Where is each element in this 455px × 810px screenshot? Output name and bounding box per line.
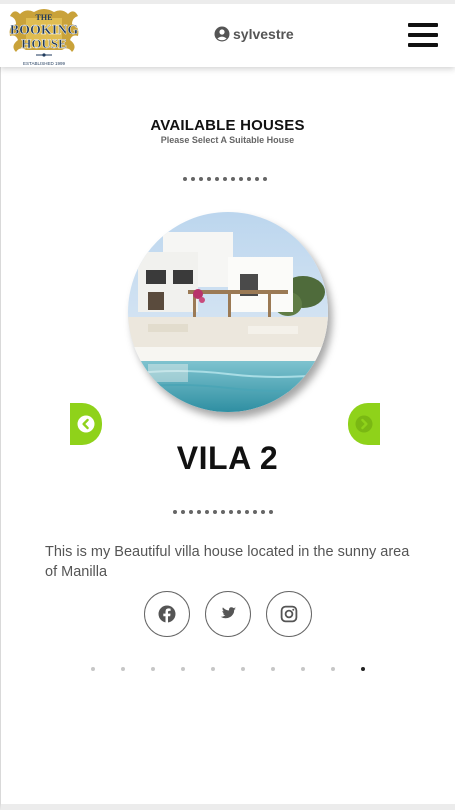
carousel-pagination <box>91 667 365 671</box>
house-name: VILA 2 <box>176 440 279 476</box>
facebook-button[interactable] <box>144 591 190 637</box>
twitter-icon <box>220 607 236 619</box>
carousel-next-button[interactable] <box>348 403 380 445</box>
chevron-left-circle-icon <box>77 415 95 433</box>
house-description: This is my Beautiful villa house located… <box>45 544 410 580</box>
pagination-dot[interactable] <box>121 667 125 671</box>
logo-tagline: ESTABLISHED 1999 <box>23 61 65 66</box>
menu-bar <box>408 23 438 27</box>
pagination-dot[interactable] <box>91 667 95 671</box>
logo-text-the: THE <box>36 13 53 22</box>
user-circle-icon <box>214 26 230 42</box>
pagination-dot[interactable] <box>211 667 215 671</box>
page-subtitle: Please Select A Suitable House <box>160 135 295 145</box>
name-divider-dots <box>173 510 273 514</box>
hamburger-menu-icon[interactable] <box>408 23 438 49</box>
house-photo <box>128 212 328 412</box>
chevron-right-circle-icon <box>355 415 373 433</box>
top-navbar: THE BOOKING HOUSE ESTABLISHED 1999 sylve… <box>0 0 455 67</box>
username-label: sylvestre <box>233 26 294 42</box>
pagination-dot[interactable] <box>301 667 305 671</box>
pagination-dot[interactable] <box>181 667 185 671</box>
menu-bar <box>408 43 438 47</box>
facebook-icon <box>158 605 176 623</box>
logo-text-house: HOUSE <box>21 36 67 51</box>
page-title: AVAILABLE HOUSES <box>150 117 305 134</box>
instagram-icon <box>280 605 298 623</box>
pagination-dot-active[interactable] <box>361 667 365 671</box>
title-divider-dots <box>183 177 267 181</box>
pagination-dot[interactable] <box>331 667 335 671</box>
menu-bar <box>408 33 438 37</box>
pagination-dot[interactable] <box>241 667 245 671</box>
pagination-dot[interactable] <box>151 667 155 671</box>
twitter-button[interactable] <box>205 591 251 637</box>
instagram-button[interactable] <box>266 591 312 637</box>
pagination-dot[interactable] <box>271 667 275 671</box>
booking-house-logo[interactable]: THE BOOKING HOUSE ESTABLISHED 1999 <box>6 6 82 68</box>
user-profile-link[interactable]: sylvestre <box>214 26 294 42</box>
